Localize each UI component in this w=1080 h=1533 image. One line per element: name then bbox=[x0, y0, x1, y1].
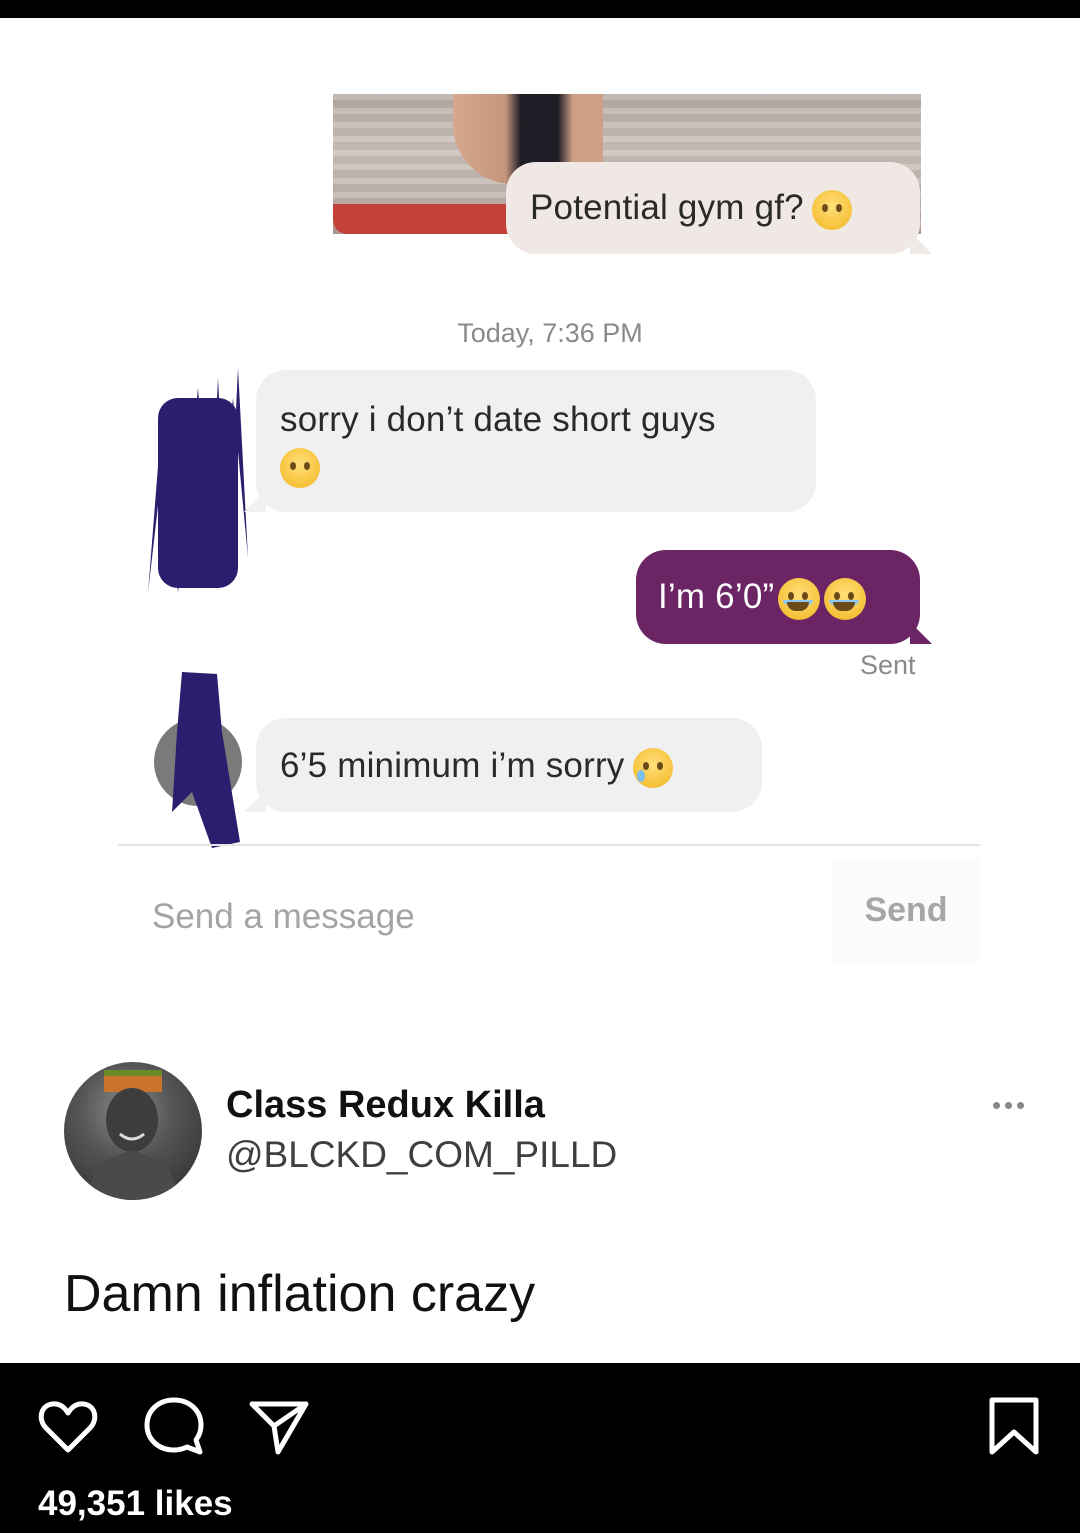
author-name[interactable]: Class Redux Killa bbox=[226, 1084, 545, 1127]
send-button[interactable]: Send bbox=[832, 858, 980, 962]
dot bbox=[992, 1101, 1000, 1109]
more-dots-icon[interactable] bbox=[984, 1090, 1032, 1120]
bookmark-icon[interactable] bbox=[982, 1394, 1046, 1458]
redacted-avatar-scribble bbox=[148, 368, 248, 593]
loudly-crying-face-icon bbox=[778, 577, 821, 620]
sent-message-gym-text: Potential gym gf? bbox=[530, 188, 804, 227]
paper-plane-icon[interactable] bbox=[246, 1394, 310, 1458]
received-message-minimum: 6’5 minimum i’m sorry bbox=[256, 718, 762, 812]
message-input[interactable] bbox=[150, 886, 814, 948]
chat-timestamp: Today, 7:36 PM bbox=[457, 318, 643, 348]
received-message-minimum-text: 6’5 minimum i’m sorry bbox=[280, 746, 625, 785]
author-handle[interactable]: @BLCKD_COM_PILLD bbox=[226, 1134, 617, 1176]
redacted-avatar-scribble bbox=[154, 672, 242, 848]
received-message-short-guys-text: sorry i don’t date short guys bbox=[280, 400, 716, 439]
author-avatar-image bbox=[84, 1070, 182, 1200]
woozy-face-icon bbox=[280, 447, 320, 488]
sent-status: Sent bbox=[860, 650, 916, 680]
comment-bubble-icon[interactable] bbox=[142, 1394, 206, 1458]
crying-face-icon bbox=[632, 747, 673, 788]
tweet-text: Damn inflation crazy bbox=[64, 1265, 536, 1323]
dot bbox=[1004, 1101, 1012, 1109]
thinking-face-icon bbox=[811, 189, 852, 230]
instagram-post: Potential gym gf? Today, 7:36 PM sorry i… bbox=[0, 0, 1080, 1533]
sent-message-height-text: I’m 6’0” bbox=[658, 577, 775, 616]
heart-icon[interactable] bbox=[36, 1394, 100, 1458]
loudly-crying-face-icon bbox=[824, 577, 867, 620]
likes-count[interactable]: 49,351 likes bbox=[38, 1484, 233, 1524]
photo-gym-mat bbox=[333, 204, 533, 234]
sent-message-height: I’m 6’0” bbox=[636, 550, 920, 644]
author-avatar[interactable] bbox=[64, 1062, 202, 1200]
sent-message-gym: Potential gym gf? bbox=[506, 162, 920, 254]
dot bbox=[1016, 1101, 1024, 1109]
received-message-short-guys: sorry i don’t date short guys bbox=[256, 370, 816, 512]
post-image: Potential gym gf? Today, 7:36 PM sorry i… bbox=[0, 18, 1080, 1363]
composer-divider bbox=[118, 844, 980, 846]
